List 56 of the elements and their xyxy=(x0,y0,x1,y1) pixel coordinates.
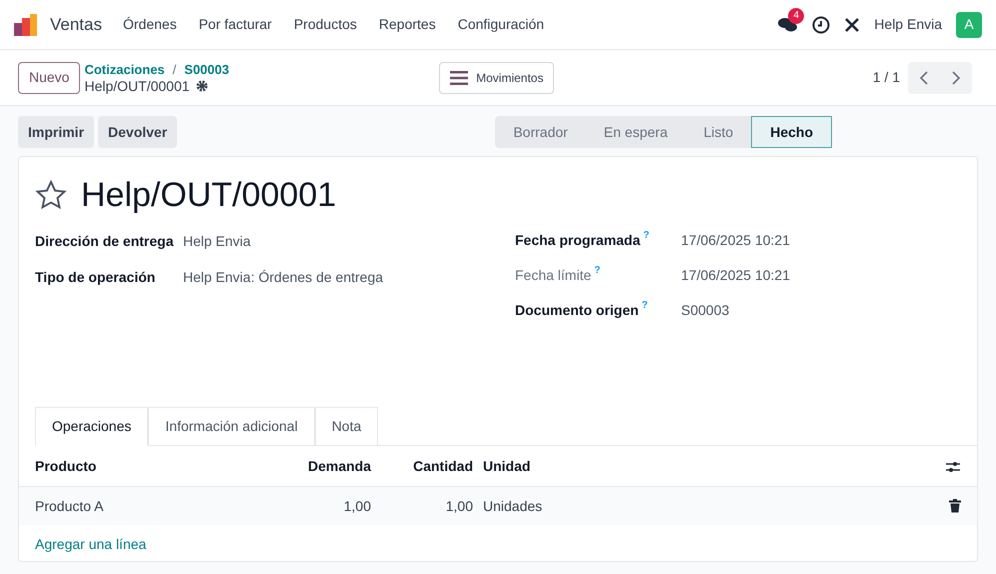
chevron-left-icon xyxy=(919,70,929,84)
tab[interactable]: Información adicional xyxy=(148,407,315,446)
breadcrumb-separator: / xyxy=(172,60,176,78)
clock-icon[interactable] xyxy=(812,16,830,34)
delete-icon[interactable] xyxy=(949,499,961,513)
menu-item[interactable]: Reportes xyxy=(368,14,447,35)
field-value: S00003 xyxy=(681,301,730,320)
count-badge: 4 xyxy=(788,8,804,24)
table-cell-text: Producto A xyxy=(35,496,104,516)
column-header: Unidad xyxy=(482,457,532,476)
table-cell-text: 1,00 xyxy=(342,496,371,516)
tab[interactable]: Nota xyxy=(314,407,378,446)
field-label: Fecha límite xyxy=(515,266,592,285)
field-label: Documento origen xyxy=(515,301,639,320)
next-button[interactable] xyxy=(940,62,972,94)
stage-button[interactable]: Hecho xyxy=(751,116,832,148)
action-button[interactable]: Devolver xyxy=(98,116,178,148)
app-name[interactable]: Ventas xyxy=(50,12,102,38)
breadcrumb-link[interactable]: S00003 xyxy=(184,60,230,78)
action-button[interactable]: Imprimir xyxy=(18,116,94,148)
column-header: Producto xyxy=(35,457,98,476)
tab[interactable]: Operaciones xyxy=(35,407,148,446)
field-label: Dirección de entrega xyxy=(35,232,175,251)
pager-value: 1 / 1 xyxy=(872,68,900,87)
chevron-right-icon xyxy=(951,70,961,84)
field-label: Tipo de operación xyxy=(35,268,156,287)
previous-button[interactable] xyxy=(908,62,940,94)
stage-button[interactable]: En espera xyxy=(586,116,686,148)
menu-item[interactable]: Por facturar xyxy=(188,14,283,35)
field-value: Help Envia xyxy=(183,232,251,251)
stage-button[interactable]: Borrador xyxy=(495,116,586,148)
column-settings-icon[interactable] xyxy=(945,460,961,474)
menu-item[interactable]: Productos xyxy=(282,14,368,35)
add-line-link[interactable]: Agregar una línea xyxy=(35,534,146,554)
table-cell-text: Unidades xyxy=(482,496,544,516)
field-value: Help Envia: Órdenes de entrega xyxy=(183,268,384,287)
field-value: 17/06/2025 10:21 xyxy=(681,266,790,285)
field-label: Fecha programada xyxy=(515,231,640,250)
column-header: Demanda xyxy=(306,457,371,476)
menu-icon xyxy=(450,70,468,84)
user-name[interactable]: Help Envia xyxy=(874,14,942,35)
menu-item[interactable]: Configuración xyxy=(446,14,556,35)
menu-item[interactable]: Órdenes xyxy=(112,14,188,35)
breadcrumb-link[interactable]: Cotizaciones xyxy=(84,60,165,78)
moves-button[interactable]: Movimientos xyxy=(439,62,554,94)
star-icon[interactable] xyxy=(35,180,67,210)
tools-icon[interactable] xyxy=(844,16,860,32)
field-value: 17/06/2025 10:21 xyxy=(681,231,790,250)
record-title: Help/OUT/00001 xyxy=(81,175,336,215)
settings-icon[interactable] xyxy=(196,80,208,92)
stage-button[interactable]: Listo xyxy=(686,116,752,148)
column-header: Cantidad xyxy=(412,457,473,476)
table-cell-text: 1,00 xyxy=(444,496,473,516)
record-name: Help/OUT/00001 xyxy=(84,78,190,94)
new-button[interactable]: Nuevo xyxy=(18,62,80,94)
app-logo-icon[interactable] xyxy=(14,14,38,36)
